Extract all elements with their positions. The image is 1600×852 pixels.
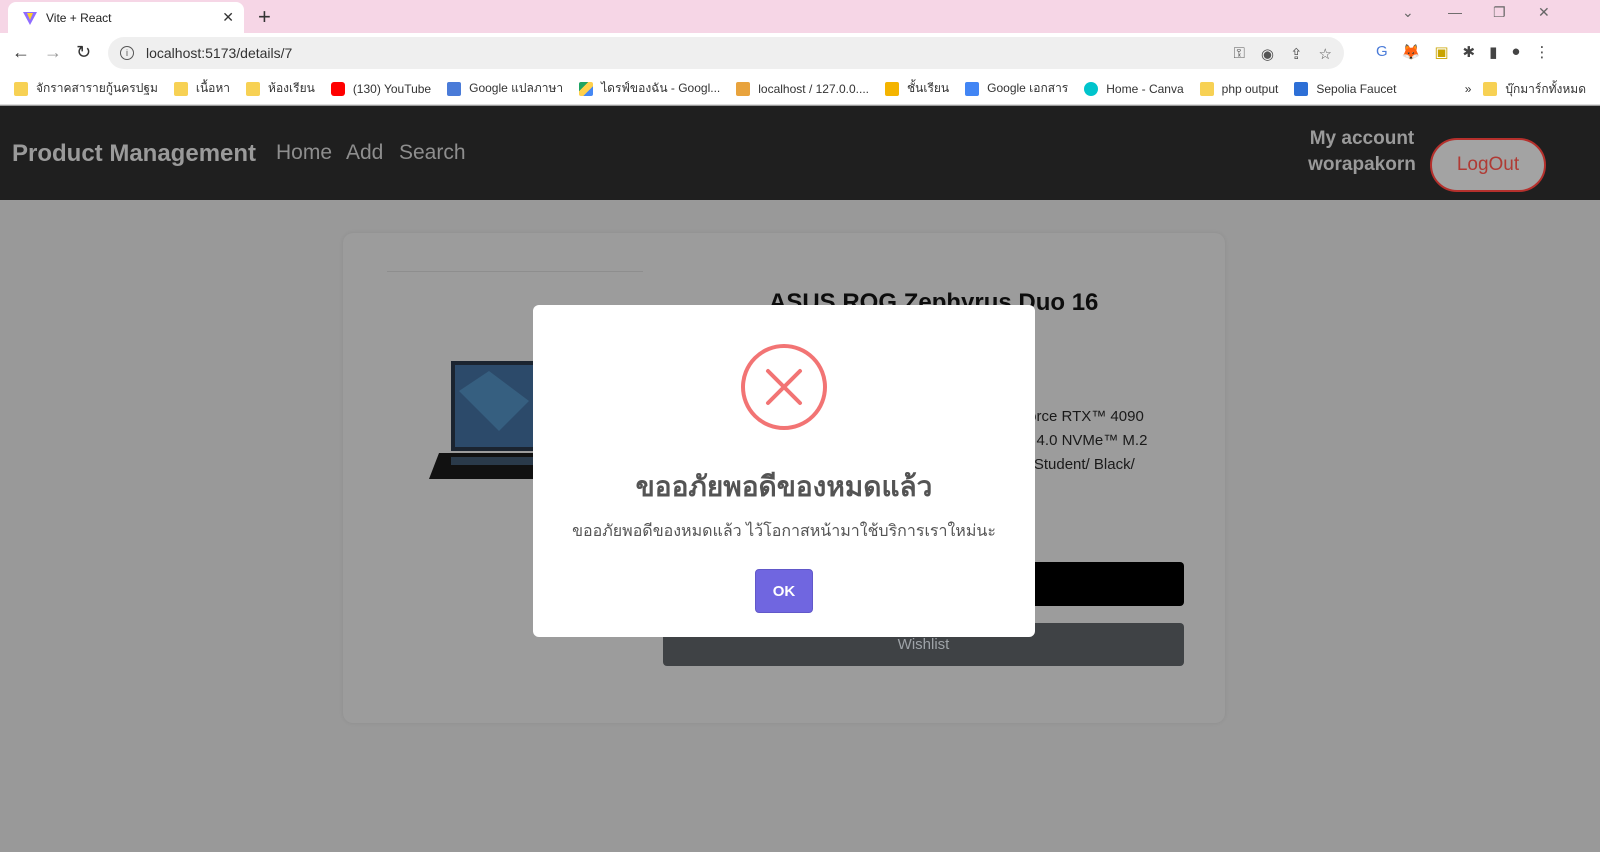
bookmarks-overflow-icon[interactable]: » xyxy=(1465,82,1472,96)
browser-tab-strip: Vite + React ✕ + ⌄ — ❐ ✕ xyxy=(0,0,1600,33)
account-info: My account worapakorn xyxy=(1306,126,1418,178)
url-text: localhost:5173/details/7 xyxy=(146,45,293,61)
reload-icon[interactable]: ↻ xyxy=(76,42,91,63)
folder-icon xyxy=(1199,81,1214,96)
docs-icon xyxy=(965,81,980,96)
folder-icon xyxy=(173,81,188,96)
bookmark-item[interactable]: จักราคสารายกู้นครปฐม xyxy=(14,79,158,98)
translate-extension-icon[interactable]: G xyxy=(1376,43,1388,61)
tab-close-icon[interactable]: ✕ xyxy=(222,9,234,26)
tab-search-icon[interactable]: ⌄ xyxy=(1402,4,1414,21)
nav-link-add[interactable]: Add xyxy=(346,141,383,165)
metamask-icon[interactable]: 🦊 xyxy=(1402,43,1421,61)
address-bar[interactable]: i localhost:5173/details/7 ⚿ ◉ ⇪ ☆ xyxy=(108,37,1344,69)
folder-icon xyxy=(14,81,28,96)
dialog-title: ขออภัยพอดีของหมดแล้ว xyxy=(635,471,933,502)
dialog-message: ขออภัยพอดีของหมดแล้ว ไว้โอกาสหน้ามาใช้บร… xyxy=(572,523,996,540)
back-icon[interactable]: ← xyxy=(12,42,30,63)
account-label: My account xyxy=(1309,128,1415,149)
canva-icon xyxy=(1084,81,1099,96)
bookmark-item[interactable]: ไดรฟ์ของฉัน - Googl... xyxy=(579,79,720,98)
youtube-icon xyxy=(330,81,345,96)
bookmark-item[interactable]: Google แปลภาษา xyxy=(447,79,563,98)
error-x-icon xyxy=(741,344,827,430)
new-tab-button[interactable]: + xyxy=(258,4,271,30)
bookmark-item[interactable]: ชั้นเรียน xyxy=(885,79,949,98)
folder-icon xyxy=(246,81,261,96)
eye-icon[interactable]: ◉ xyxy=(1261,45,1274,63)
bookmark-item[interactable]: Sepolia Faucet xyxy=(1294,81,1396,96)
all-bookmarks-folder[interactable]: บุ๊กมาร์กทั้งหมด xyxy=(1483,80,1586,99)
restore-icon[interactable]: ❐ xyxy=(1493,4,1506,21)
minimize-icon[interactable]: — xyxy=(1448,4,1462,20)
browser-tab[interactable]: Vite + React ✕ xyxy=(8,2,244,33)
profile-avatar[interactable]: ● xyxy=(1511,43,1520,61)
browser-toolbar: ← → ↻ i localhost:5173/details/7 ⚿ ◉ ⇪ ☆… xyxy=(0,33,1600,73)
star-icon[interactable]: ☆ xyxy=(1319,45,1332,63)
menu-icon[interactable]: ⋮ xyxy=(1534,43,1549,61)
ok-button[interactable]: OK xyxy=(755,569,813,613)
brand-title[interactable]: Product Management xyxy=(12,140,256,168)
app-navbar: Product Management Home Add Search My ac… xyxy=(0,106,1600,200)
folder-icon xyxy=(1483,82,1498,96)
vite-icon xyxy=(23,11,37,25)
classroom-icon xyxy=(885,81,899,96)
nav-link-home[interactable]: Home xyxy=(276,141,332,165)
key-icon[interactable]: ⚿ xyxy=(1233,45,1244,63)
puzzle-icon[interactable]: ✱ xyxy=(1463,43,1476,61)
account-username: worapakorn xyxy=(1308,154,1416,175)
nav-link-search[interactable]: Search xyxy=(399,141,466,165)
sepolia-icon xyxy=(1294,81,1309,96)
share-icon[interactable]: ⇪ xyxy=(1290,45,1303,63)
translate-icon xyxy=(447,81,462,96)
error-dialog: ขออภัยพอดีของหมดแล้ว ขออภัยพอดีของหมดแล้… xyxy=(533,305,1035,637)
divider xyxy=(387,271,643,272)
site-info-icon[interactable]: i xyxy=(120,46,134,60)
bookmarks-bar: จักราคสารายกู้นครปฐม เนื้อหา ห้องเรียน (… xyxy=(0,73,1600,105)
bookmark-item[interactable]: ห้องเรียน xyxy=(246,79,315,98)
bookmark-item[interactable]: localhost / 127.0.0.... xyxy=(736,81,869,96)
bookmark-item[interactable]: Home - Canva xyxy=(1084,81,1184,96)
logout-button[interactable]: LogOut xyxy=(1430,138,1546,192)
extension-icon[interactable]: ▣ xyxy=(1434,43,1448,61)
window-close-icon[interactable]: ✕ xyxy=(1538,4,1550,21)
bookmark-item[interactable]: (130) YouTube xyxy=(330,81,431,96)
product-image xyxy=(429,361,549,479)
forward-icon[interactable]: → xyxy=(44,42,62,63)
pma-icon xyxy=(736,81,751,96)
bookmark-item[interactable]: php output xyxy=(1199,81,1278,96)
tab-title: Vite + React xyxy=(46,10,112,25)
sidepanel-icon[interactable]: ▮ xyxy=(1489,43,1497,61)
bookmark-item[interactable]: Google เอกสาร xyxy=(965,79,1068,98)
bookmark-item[interactable]: เนื้อหา xyxy=(173,79,230,98)
drive-icon xyxy=(579,81,594,96)
